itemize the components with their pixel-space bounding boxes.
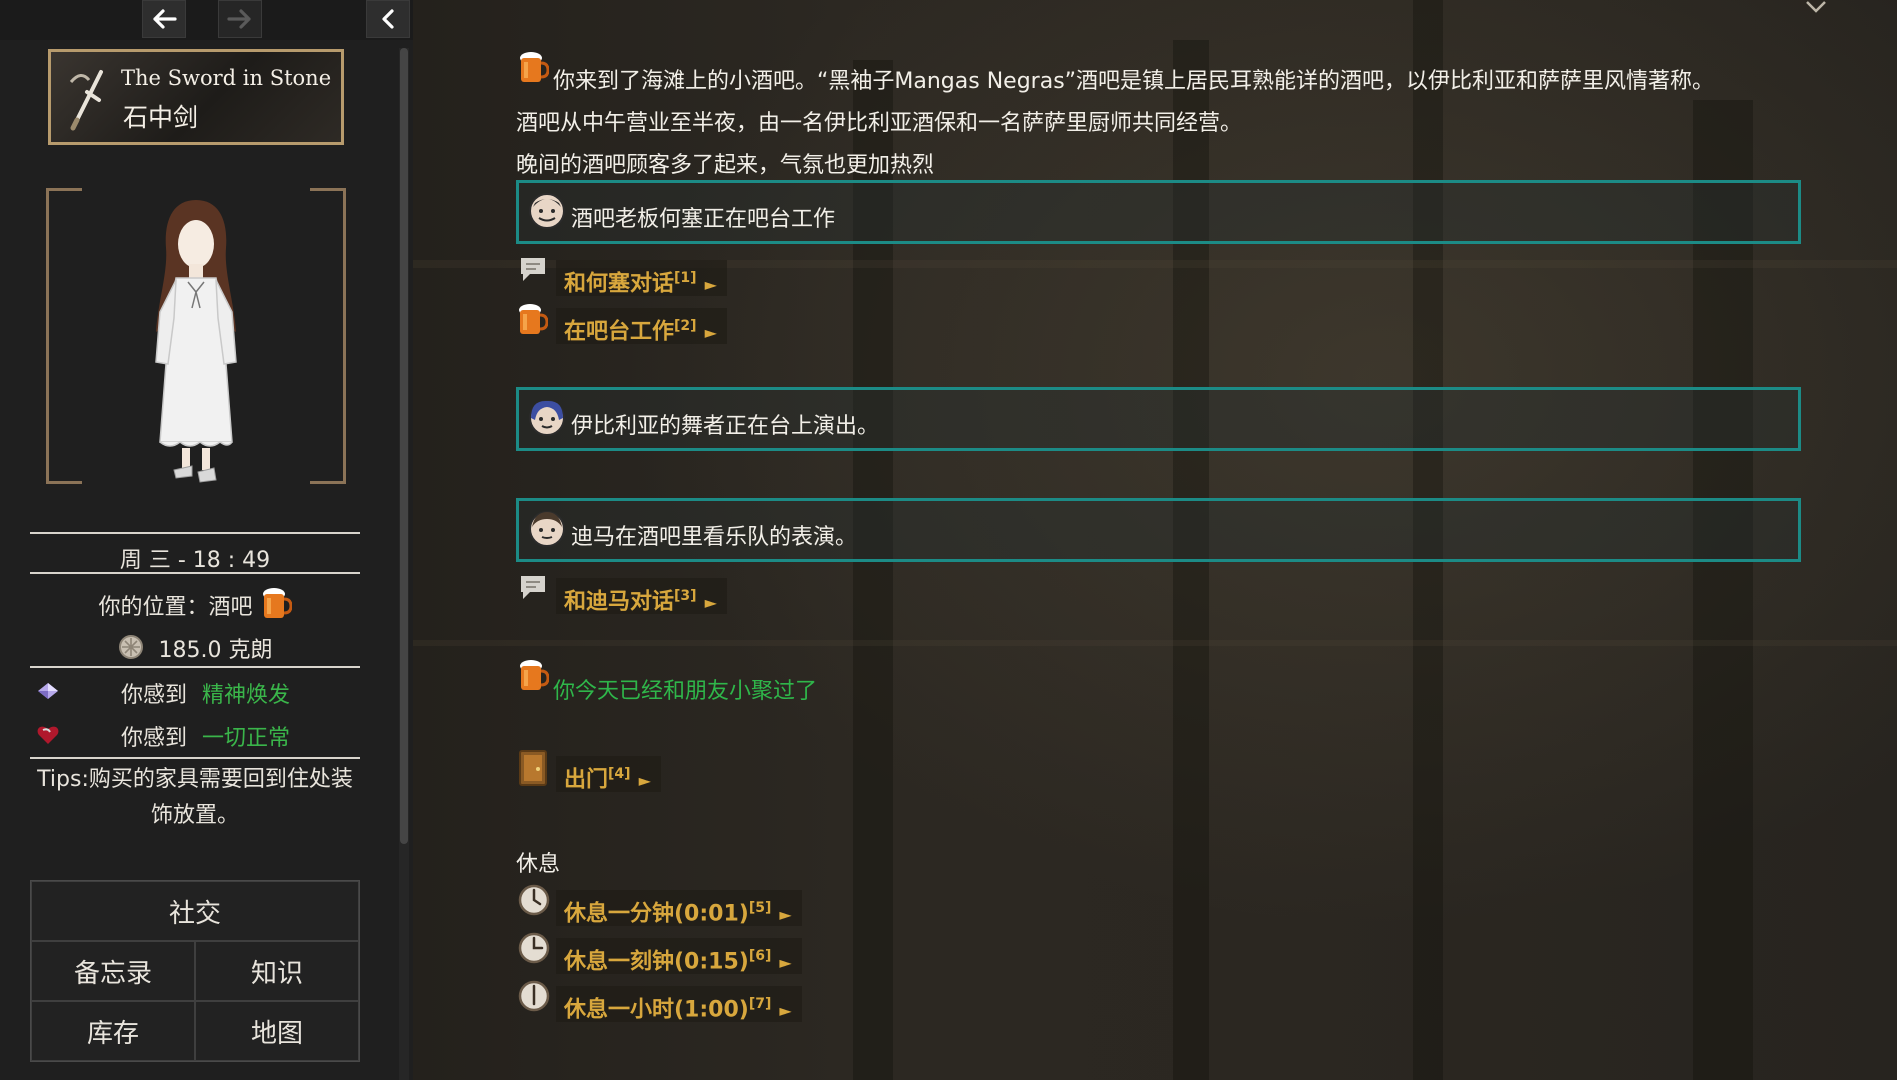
dancer-portrait-icon — [529, 400, 565, 436]
menu-inventory-button[interactable]: 库存 — [31, 1001, 195, 1061]
money-value: 185.0 克朗 — [158, 638, 273, 663]
action-label: 和迪马对话 — [564, 589, 675, 615]
hotkey: [2] — [674, 318, 697, 334]
work-bar-link[interactable]: 在吧台工作[2] ► — [556, 308, 727, 344]
hotkey: [1] — [674, 270, 697, 286]
arrow-icon: ► — [704, 593, 717, 613]
hotkey: [7] — [748, 996, 772, 1012]
status-value: 一切正常 — [202, 726, 291, 751]
beer-mug-icon — [519, 304, 548, 334]
hotkey: [3] — [674, 588, 697, 604]
dima-portrait-icon — [529, 511, 565, 547]
sidebar: The Sword in Stone 石中剑 周 三 - 18: 49 你的位… — [0, 0, 413, 1080]
sidebar-menu: 社交 备忘录 知识 库存 地图 — [30, 880, 360, 1062]
sidebar-nav — [0, 0, 413, 40]
action-label: 休息一分钟(0:01) — [564, 901, 749, 927]
npc-text: 酒吧老板何塞正在吧台工作 — [571, 207, 836, 232]
hotkey: [6] — [748, 948, 772, 964]
info-message: 你今天已经和朋友小聚过了 — [553, 679, 818, 704]
menu-social-button[interactable]: 社交 — [31, 881, 359, 941]
arrow-icon: ► — [638, 771, 651, 791]
intro-line: 你来到了海滩上的小酒吧。“黑袖子Mangas Negras”酒吧是镇上居民耳熟能… — [553, 69, 1715, 94]
clock-icon — [518, 932, 550, 964]
talk-dima-link[interactable]: 和迪马对话[3] ► — [556, 578, 727, 614]
arrow-icon: ► — [779, 905, 792, 925]
location-label: 你的位置：酒吧 — [98, 595, 253, 620]
beer-mug-icon — [262, 588, 293, 618]
rest-1min-link[interactable]: 休息一分钟(0:01)[5] ► — [556, 890, 802, 926]
datetime: 周 三 - 18 : 49 — [119, 548, 271, 573]
logo-title-cn: 石中剑 — [123, 103, 199, 132]
collapse-sidebar-button[interactable] — [366, 0, 410, 38]
sidebar-scrollbar-thumb[interactable] — [400, 48, 408, 844]
menu-memo-button[interactable]: 备忘录 — [31, 941, 195, 1001]
speech-bubble-icon — [521, 258, 545, 281]
action-label: 出门 — [564, 767, 609, 793]
forward-button[interactable] — [218, 0, 262, 38]
logo-title-en: The Sword in Stone — [121, 66, 332, 90]
bartender-portrait-icon — [529, 193, 565, 229]
status-row-spirit: 你感到 精神焕发 — [30, 677, 360, 708]
portrait-bracket-right — [310, 188, 346, 484]
menu-row: 库存 地图 — [31, 1001, 359, 1061]
tips-text: Tips:购买的家具需要回到住处装饰放置。 — [37, 767, 353, 828]
scene-content: 你来到了海滩上的小酒吧。“黑袖子Mangas Negras”酒吧是镇上居民耳熟能… — [413, 0, 1897, 1080]
beer-mug-icon — [520, 52, 549, 82]
clock-icon — [518, 980, 550, 1012]
action-label: 在吧台工作 — [564, 319, 675, 345]
intro-line: 酒吧从中午营业至半夜，由一名伊比利亚酒保和一名萨萨里厨师共同经营。 — [516, 111, 1243, 136]
arrow-icon: ► — [779, 953, 792, 973]
action-label: 和何塞对话 — [564, 271, 675, 297]
speech-bubble-icon — [521, 576, 545, 599]
hotkey: [5] — [748, 900, 772, 916]
sword-icon — [69, 70, 103, 131]
arrow-right-icon — [227, 9, 251, 29]
menu-knowledge-button[interactable]: 知识 — [195, 941, 359, 1001]
main-panel: 你来到了海滩上的小酒吧。“黑袖子Mangas Negras”酒吧是镇上居民耳熟能… — [413, 0, 1897, 1080]
npc-text: 伊比利亚的舞者正在台上演出。 — [571, 414, 880, 439]
npc-box-bartender: 酒吧老板何塞正在吧台工作 — [516, 180, 1801, 244]
game-logo: The Sword in Stone 石中剑 — [48, 49, 344, 145]
action-label: 休息一小时(1:00) — [564, 997, 749, 1023]
beer-mug-icon — [520, 660, 549, 690]
arrow-icon: ► — [704, 275, 717, 295]
back-button[interactable] — [142, 0, 186, 38]
status-label: 你感到 — [121, 683, 188, 708]
rest-15min-link[interactable]: 休息一刻钟(0:15)[6] ► — [556, 938, 802, 974]
divider — [30, 532, 360, 534]
talk-jose-link[interactable]: 和何塞对话[1] ► — [556, 260, 727, 296]
exit-link[interactable]: 出门[4] ► — [556, 756, 661, 792]
menu-map-button[interactable]: 地图 — [195, 1001, 359, 1061]
status-row-health: 你感到 一切正常 — [30, 720, 360, 751]
action-label: 休息一刻钟(0:15) — [564, 949, 749, 975]
divider — [30, 666, 360, 668]
clock-icon — [518, 884, 550, 916]
chevron-left-icon — [382, 9, 394, 29]
crystal-icon — [38, 683, 58, 699]
arrow-left-icon — [153, 9, 177, 29]
character-portrait — [46, 188, 346, 488]
hotkey: [4] — [608, 766, 631, 782]
arrow-icon: ► — [704, 323, 717, 343]
status-value: 精神焕发 — [202, 683, 291, 708]
divider — [30, 757, 360, 759]
character-figure — [155, 200, 237, 483]
npc-box-dancer: 伊比利亚的舞者正在台上演出。 — [516, 387, 1801, 451]
divider — [30, 572, 360, 574]
rest-1hour-link[interactable]: 休息一小时(1:00)[7] ► — [556, 986, 802, 1022]
coin-icon — [118, 635, 143, 659]
heart-icon — [37, 726, 59, 744]
portrait-bracket-left — [46, 188, 82, 484]
sidebar-scrollbar[interactable] — [399, 48, 409, 1080]
location: 你的位置：酒吧 — [30, 586, 360, 621]
menu-row: 备忘录 知识 — [31, 941, 359, 1001]
money: 185.0 克朗 — [30, 632, 360, 664]
npc-text: 迪马在酒吧里看乐队的表演。 — [571, 525, 858, 550]
arrow-icon: ► — [779, 1001, 792, 1021]
door-icon — [519, 750, 547, 786]
intro-line: 晚间的酒吧顾客多了起来，气氛也更加热烈 — [516, 153, 935, 178]
npc-box-dima: 迪马在酒吧里看乐队的表演。 — [516, 498, 1801, 562]
status-label: 你感到 — [121, 726, 188, 751]
rest-heading: 休息 — [516, 852, 561, 877]
